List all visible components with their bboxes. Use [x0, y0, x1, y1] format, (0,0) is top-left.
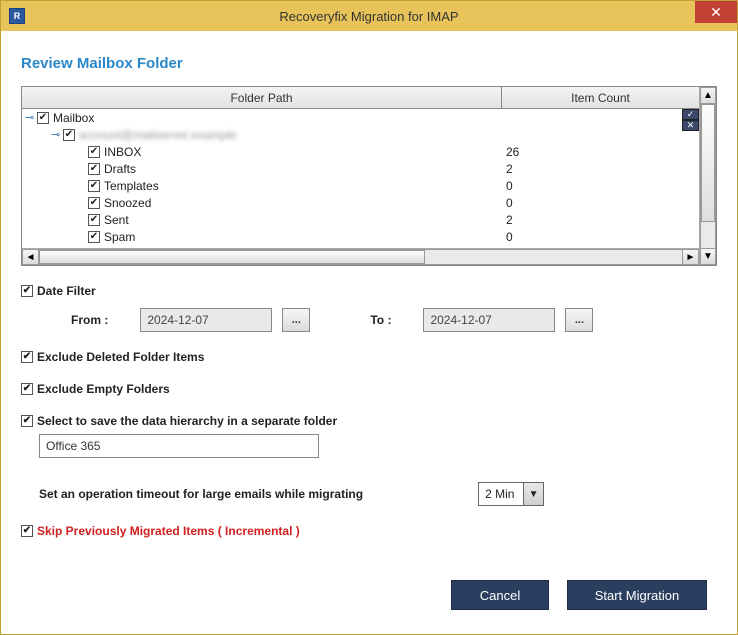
tree-row-account[interactable]: ⊸ ✔ account@mailserver.example [22, 126, 699, 143]
tree-row-folder[interactable]: ✔ Snoozed 0 [22, 194, 699, 211]
checkbox-save-hierarchy[interactable]: ✔ [21, 415, 33, 427]
tree-label: INBOX [104, 145, 141, 159]
select-all-button[interactable]: ✓ [682, 109, 699, 120]
app-icon: R [9, 8, 25, 24]
checkbox-folder[interactable]: ✔ [88, 163, 100, 175]
tree-label: account@mailserver.example [79, 128, 237, 142]
tree-label: Templates [104, 179, 159, 193]
checkbox-mailbox[interactable]: ✔ [37, 112, 49, 124]
titlebar: R Recoveryfix Migration for IMAP ✕ [1, 1, 737, 31]
deselect-all-button[interactable]: ✕ [682, 120, 699, 131]
skip-migrated-label: Skip Previously Migrated Items ( Increme… [37, 524, 300, 538]
tree-row-root[interactable]: ⊸ ✔ Mailbox [22, 109, 699, 126]
save-hierarchy-option: ✔ Select to save the data hierarchy in a… [21, 414, 717, 428]
vertical-scrollbar[interactable]: ▲ ▼ [699, 87, 716, 265]
tree-label: Sent [104, 213, 129, 227]
from-date-picker-button[interactable]: ... [282, 308, 310, 332]
checkbox-folder[interactable]: ✔ [88, 214, 100, 226]
timeout-label: Set an operation timeout for large email… [39, 487, 363, 501]
timeout-row: Set an operation timeout for large email… [39, 482, 717, 506]
content-area: Review Mailbox Folder Folder Path Item C… [1, 31, 737, 558]
item-count: 2 [502, 162, 699, 176]
tree-label: Spam [104, 230, 135, 244]
action-buttons: Cancel Start Migration [451, 580, 707, 610]
checkbox-folder[interactable]: ✔ [88, 248, 100, 249]
scroll-up-icon[interactable]: ▲ [700, 87, 716, 104]
tree-row-folder[interactable]: ✔ Trash 0 [22, 245, 699, 248]
item-count: 0 [502, 247, 699, 249]
date-filter-option: ✔ Date Filter [21, 284, 717, 298]
exclude-empty-label: Exclude Empty Folders [37, 382, 170, 396]
folder-grid: Folder Path Item Count ✓ ✕ ⊸ ✔ Mailbox [21, 86, 717, 266]
cancel-button[interactable]: Cancel [451, 580, 549, 610]
page-title: Review Mailbox Folder [21, 55, 717, 72]
to-label: To : [370, 313, 391, 327]
hierarchy-folder-input[interactable]: Office 365 [39, 434, 319, 458]
checkbox-skip-migrated[interactable]: ✔ [21, 525, 33, 537]
scroll-right-icon[interactable]: ► [682, 249, 699, 265]
checkbox-account[interactable]: ✔ [63, 129, 75, 141]
item-count: 26 [502, 145, 699, 159]
checkbox-folder[interactable]: ✔ [88, 197, 100, 209]
tree-label: Snoozed [104, 196, 151, 210]
tree-row-folder[interactable]: ✔ INBOX 26 [22, 143, 699, 160]
skip-migrated-option: ✔ Skip Previously Migrated Items ( Incre… [21, 524, 717, 538]
exclude-deleted-option: ✔ Exclude Deleted Folder Items [21, 350, 717, 364]
scroll-down-icon[interactable]: ▼ [700, 248, 716, 265]
item-count: 0 [502, 196, 699, 210]
column-headers: Folder Path Item Count [22, 87, 699, 109]
tree-label: Mailbox [53, 111, 94, 125]
checkbox-date-filter[interactable]: ✔ [21, 285, 33, 297]
item-count: 2 [502, 213, 699, 227]
window-title: Recoveryfix Migration for IMAP [1, 9, 737, 24]
date-filter-label: Date Filter [37, 284, 96, 298]
chevron-down-icon[interactable]: ▼ [523, 483, 543, 505]
to-date-picker-button[interactable]: ... [565, 308, 593, 332]
horizontal-scrollbar[interactable]: ◄ ► [22, 248, 699, 265]
close-button[interactable]: ✕ [695, 1, 737, 23]
start-migration-button[interactable]: Start Migration [567, 580, 707, 610]
scroll-left-icon[interactable]: ◄ [22, 249, 39, 265]
date-filter-row: From : 2024-12-07 ... To : 2024-12-07 ..… [71, 308, 717, 332]
item-count: 0 [502, 179, 699, 193]
expand-icon[interactable]: ⊸ [50, 129, 61, 140]
tree-body: ✓ ✕ ⊸ ✔ Mailbox [22, 109, 699, 248]
to-date-input[interactable]: 2024-12-07 [423, 308, 555, 332]
expand-icon[interactable]: ⊸ [24, 112, 35, 123]
tree-label: Drafts [104, 162, 136, 176]
checkbox-folder[interactable]: ✔ [88, 180, 100, 192]
checkbox-exclude-deleted[interactable]: ✔ [21, 351, 33, 363]
tree-row-folder[interactable]: ✔ Spam 0 [22, 228, 699, 245]
tree-row-folder[interactable]: ✔ Sent 2 [22, 211, 699, 228]
col-header-folder[interactable]: Folder Path [22, 87, 502, 108]
timeout-value: 2 Min [479, 483, 523, 505]
exclude-empty-option: ✔ Exclude Empty Folders [21, 382, 717, 396]
tree-label: Trash [104, 247, 134, 249]
save-hierarchy-label: Select to save the data hierarchy in a s… [37, 414, 337, 428]
app-window: R Recoveryfix Migration for IMAP ✕ Revie… [0, 0, 738, 635]
exclude-deleted-label: Exclude Deleted Folder Items [37, 350, 204, 364]
col-header-count[interactable]: Item Count [502, 87, 699, 108]
from-date-input[interactable]: 2024-12-07 [140, 308, 272, 332]
tree-row-folder[interactable]: ✔ Drafts 2 [22, 160, 699, 177]
timeout-select[interactable]: 2 Min ▼ [478, 482, 544, 506]
checkbox-exclude-empty[interactable]: ✔ [21, 383, 33, 395]
tree-row-folder[interactable]: ✔ Templates 0 [22, 177, 699, 194]
checkbox-folder[interactable]: ✔ [88, 146, 100, 158]
checkbox-folder[interactable]: ✔ [88, 231, 100, 243]
select-toggle-controls: ✓ ✕ [682, 109, 699, 131]
item-count: 0 [502, 230, 699, 244]
from-label: From : [71, 313, 108, 327]
